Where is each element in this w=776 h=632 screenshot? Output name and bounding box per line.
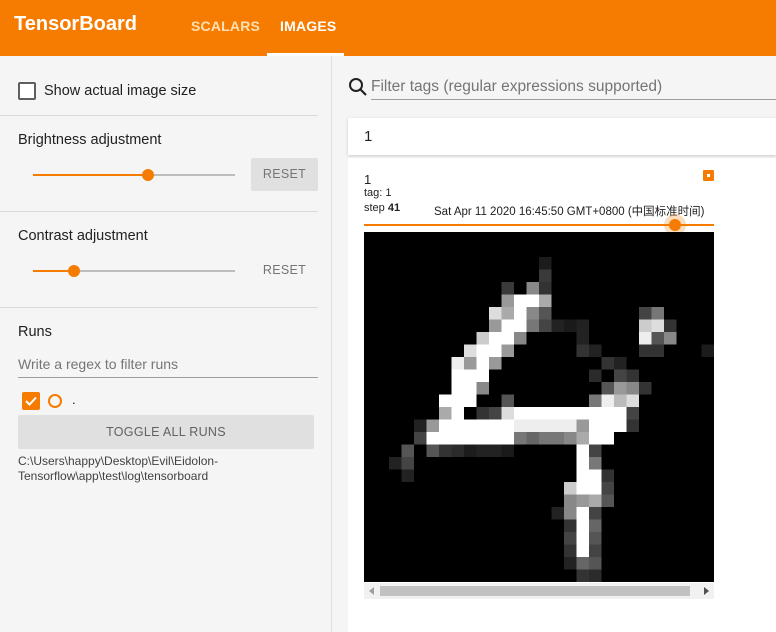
card-tag: tag: 1 (364, 187, 392, 199)
show-actual-size-label: Show actual image size (44, 83, 197, 99)
expand-icon[interactable] (703, 170, 714, 181)
sidebar: Show actual image size Brightness adjust… (0, 56, 332, 632)
scroll-left-arrow-icon[interactable] (369, 587, 374, 595)
top-bar: TensorBoard SCALARS IMAGES (0, 0, 776, 56)
tag-group-name: 1 (364, 128, 373, 145)
step-slider-track[interactable] (364, 224, 714, 226)
tab-images[interactable]: IMAGES (280, 18, 336, 34)
digit-image (364, 232, 714, 582)
log-directory: C:\Users\happy\Desktop\Evil\Eidolon-Tens… (18, 454, 219, 483)
contrast-slider-fill (33, 270, 73, 272)
brightness-slider-fill (33, 174, 148, 176)
app-title: TensorBoard (14, 13, 137, 35)
step-slider-thumb[interactable] (669, 219, 681, 231)
toggle-all-runs-button[interactable]: TOGGLE ALL RUNS (18, 415, 314, 449)
run-color-radio[interactable] (48, 394, 62, 408)
card-timestamp: Sat Apr 11 2020 16:45:50 GMT+0800 (中国标准时… (434, 206, 705, 218)
step-value: 41 (387, 202, 401, 214)
scroll-thumb[interactable] (380, 586, 690, 596)
tag-group-header[interactable]: 1 (348, 118, 776, 155)
runs-filter-input[interactable] (18, 350, 318, 378)
divider (0, 115, 318, 116)
brightness-reset-button[interactable]: RESET (251, 158, 318, 191)
image-horizontal-scrollbar[interactable] (364, 583, 714, 599)
scroll-right-arrow-icon[interactable] (704, 587, 709, 595)
show-actual-size-checkbox[interactable] (18, 82, 36, 100)
card-title: 1 (364, 172, 372, 187)
divider (0, 307, 318, 308)
card-step: step 41 (364, 202, 400, 214)
run-name: . (72, 392, 76, 407)
check-icon (25, 396, 37, 406)
run-checkbox[interactable] (22, 392, 40, 410)
brightness-title: Brightness adjustment (18, 132, 162, 148)
brightness-slider-thumb[interactable] (142, 169, 154, 181)
runs-title: Runs (18, 324, 52, 340)
contrast-title: Contrast adjustment (18, 228, 148, 244)
contrast-slider-thumb[interactable] (68, 265, 80, 277)
search-icon (349, 78, 367, 96)
contrast-reset-button[interactable]: RESET (251, 254, 318, 287)
divider (0, 211, 318, 212)
mnist-image (364, 232, 714, 582)
tag-filter-input[interactable] (371, 74, 776, 100)
tab-scalars[interactable]: SCALARS (191, 18, 260, 34)
step-label: step (364, 202, 385, 214)
